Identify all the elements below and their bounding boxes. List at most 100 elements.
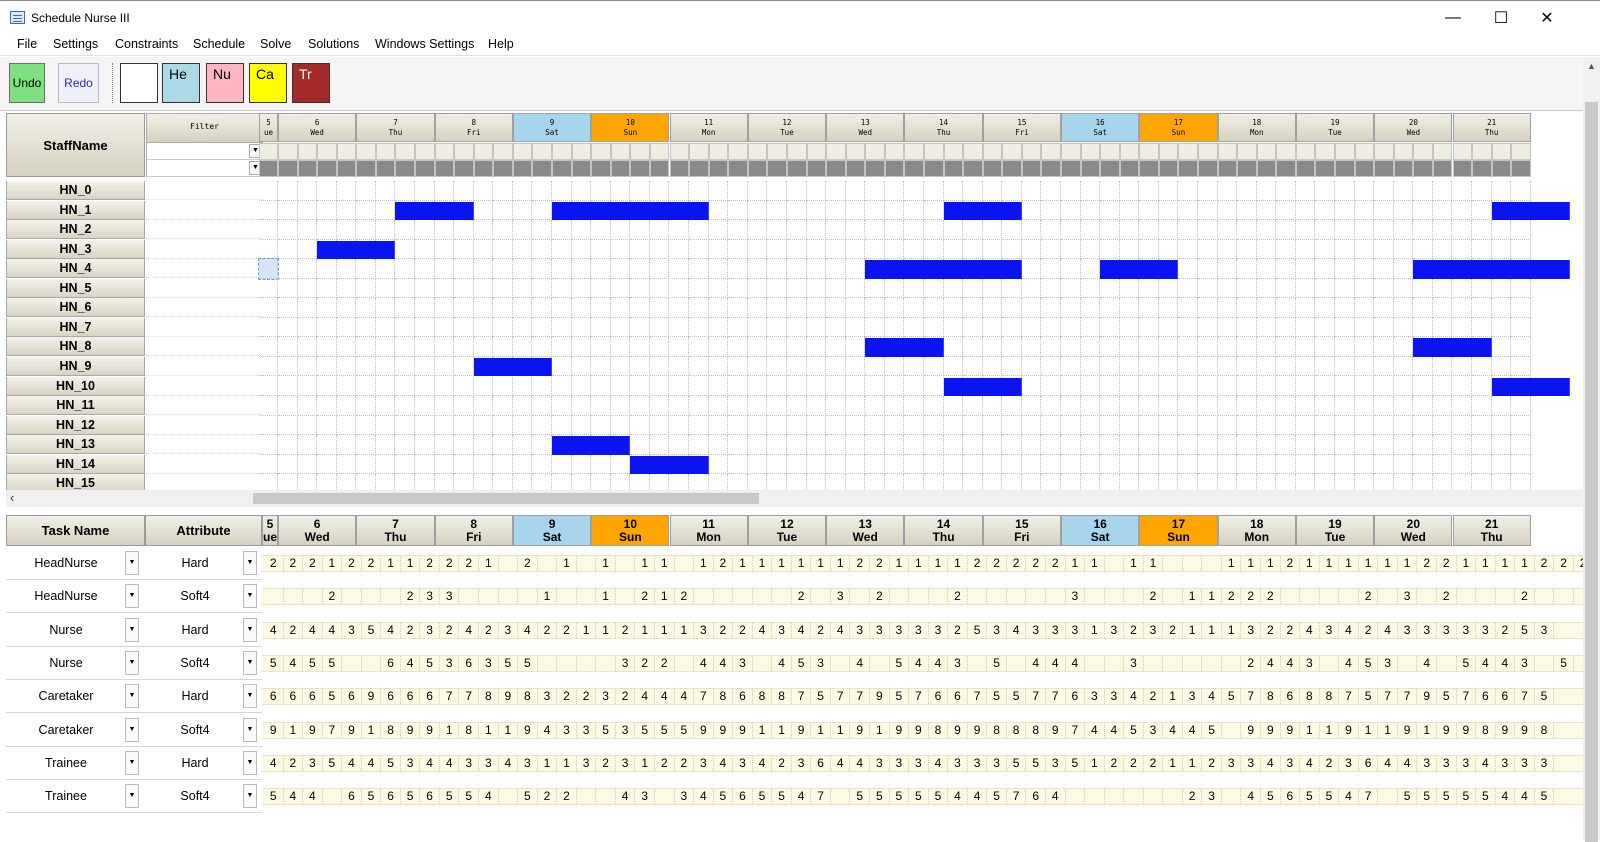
coverage-value[interactable]: 5 [792,655,812,671]
coverage-value[interactable]: 5 [929,789,949,805]
schedule-cell[interactable] [884,239,905,260]
coverage-value[interactable]: 1 [1163,755,1183,771]
schedule-cell[interactable] [278,200,298,221]
schedule-cell[interactable] [1295,356,1316,377]
schedule-cell[interactable] [1158,298,1179,318]
schedule-cell[interactable] [1335,200,1355,221]
coverage-value[interactable]: 5 [811,689,831,705]
schedule-cell[interactable] [1472,435,1492,455]
coverage-value[interactable]: 4 [909,655,929,671]
schedule-cell[interactable] [943,435,964,455]
coverage-value[interactable]: 8 [753,689,773,705]
task-values-row[interactable]: 5446565655452243345655475555544576423456… [262,788,1583,806]
schedule-cell[interactable] [532,435,553,455]
coverage-value[interactable]: 5 [1554,655,1574,671]
schedule-cell[interactable] [610,239,631,260]
close-button[interactable]: ✕ [1524,1,1570,35]
coverage-value[interactable]: 6 [460,655,479,671]
coverage-value[interactable]: 7 [831,689,851,705]
schedule-cell[interactable] [1002,454,1022,475]
schedule-cell[interactable] [415,435,435,455]
schedule-cell[interactable] [1021,298,1042,318]
schedule-cell[interactable] [1256,259,1277,279]
schedule-cell[interactable] [395,337,415,357]
schedule-cell[interactable] [1354,200,1375,221]
schedule-cell[interactable] [845,376,866,397]
schedule-cell[interactable] [630,259,650,279]
schedule-cell[interactable] [1452,200,1473,221]
schedule-cell[interactable] [1061,200,1081,221]
task-values-row[interactable]: 2221221122212111112111111221111222221111… [262,555,1583,572]
schedule-cell[interactable] [493,435,513,455]
schedule-cell[interactable] [982,415,1003,436]
schedule-cell[interactable] [532,239,553,260]
coverage-value[interactable] [577,655,597,671]
schedule-cell[interactable] [1080,415,1101,436]
menu-help[interactable]: Help [488,37,514,51]
schedule-cell[interactable] [1413,435,1433,455]
schedule-cell[interactable] [1237,200,1257,221]
schedule-cell[interactable] [512,259,533,279]
coverage-value[interactable]: 5 [1066,755,1086,771]
schedule-cell[interactable] [1178,259,1198,279]
staff-name-hn_9[interactable]: HN_9 [6,356,145,376]
coverage-value[interactable]: 1 [538,589,558,605]
coverage-value[interactable]: 6 [381,655,401,671]
coverage-value[interactable]: 3 [694,622,714,638]
day-header-16[interactable]: 16 Sat [1061,113,1140,142]
coverage-value[interactable]: 3 [1476,622,1496,638]
coverage-value[interactable]: 1 [1242,556,1261,571]
coverage-value[interactable]: 1 [1222,556,1242,571]
coverage-value[interactable]: 3 [479,655,499,671]
coverage-value[interactable]: 1 [753,556,773,571]
schedule-cell[interactable] [1041,435,1061,455]
schedule-cell[interactable] [493,376,513,397]
coverage-value[interactable]: 3 [1417,755,1437,771]
coverage-value[interactable]: 5 [1398,789,1418,805]
schedule-cell[interactable] [1413,298,1433,318]
schedule-cell[interactable] [610,298,631,318]
schedule-cell[interactable] [708,220,729,240]
schedule-cell[interactable] [512,239,533,260]
schedule-cell[interactable] [767,396,787,416]
coverage-value[interactable] [577,556,597,571]
schedule-cell[interactable] [630,396,650,416]
coverage-value[interactable]: 3 [577,722,597,738]
schedule-cell[interactable] [1452,181,1473,201]
schedule-cell[interactable] [454,220,474,240]
coverage-value[interactable]: 9 [1339,722,1359,738]
schedule-cell[interactable] [1217,376,1238,397]
coverage-value[interactable] [1378,589,1398,605]
coverage-value[interactable]: 2 [264,556,284,571]
schedule-cell[interactable] [571,415,592,436]
schedule-cell[interactable] [1432,220,1453,240]
schedule-cell[interactable] [708,317,729,338]
schedule-cell[interactable] [747,259,768,279]
schedule-cell[interactable] [630,220,650,240]
coverage-value[interactable] [1339,589,1359,605]
schedule-cell[interactable] [689,396,709,416]
schedule-cell[interactable] [1354,454,1375,475]
schedule-cell[interactable] [1158,239,1179,260]
schedule-cell[interactable] [845,278,866,299]
schedule-cell[interactable] [1217,356,1238,377]
schedule-cell[interactable] [943,317,964,338]
coverage-value[interactable]: 8 [460,722,479,738]
schedule-cell[interactable] [1139,317,1159,338]
schedule-cell[interactable] [1335,181,1355,201]
coverage-value[interactable]: 1 [1339,556,1359,571]
schedule-cell[interactable] [1100,181,1120,201]
schedule-cell[interactable] [1217,220,1238,240]
schedule-cell[interactable] [669,415,690,436]
coverage-value[interactable]: 2 [1007,556,1027,571]
coverage-value[interactable]: 6 [733,789,753,805]
coverage-value[interactable]: 5 [362,789,382,805]
coverage-value[interactable]: 8 [1476,722,1496,738]
schedule-cell[interactable] [1080,220,1101,240]
schedule-cell[interactable] [806,376,827,397]
schedule-cell[interactable] [1061,317,1081,338]
schedule-cell[interactable] [1041,259,1061,279]
schedule-cell[interactable] [689,415,709,436]
coverage-value[interactable]: 1 [596,589,616,605]
coverage-value[interactable]: 7 [694,689,714,705]
